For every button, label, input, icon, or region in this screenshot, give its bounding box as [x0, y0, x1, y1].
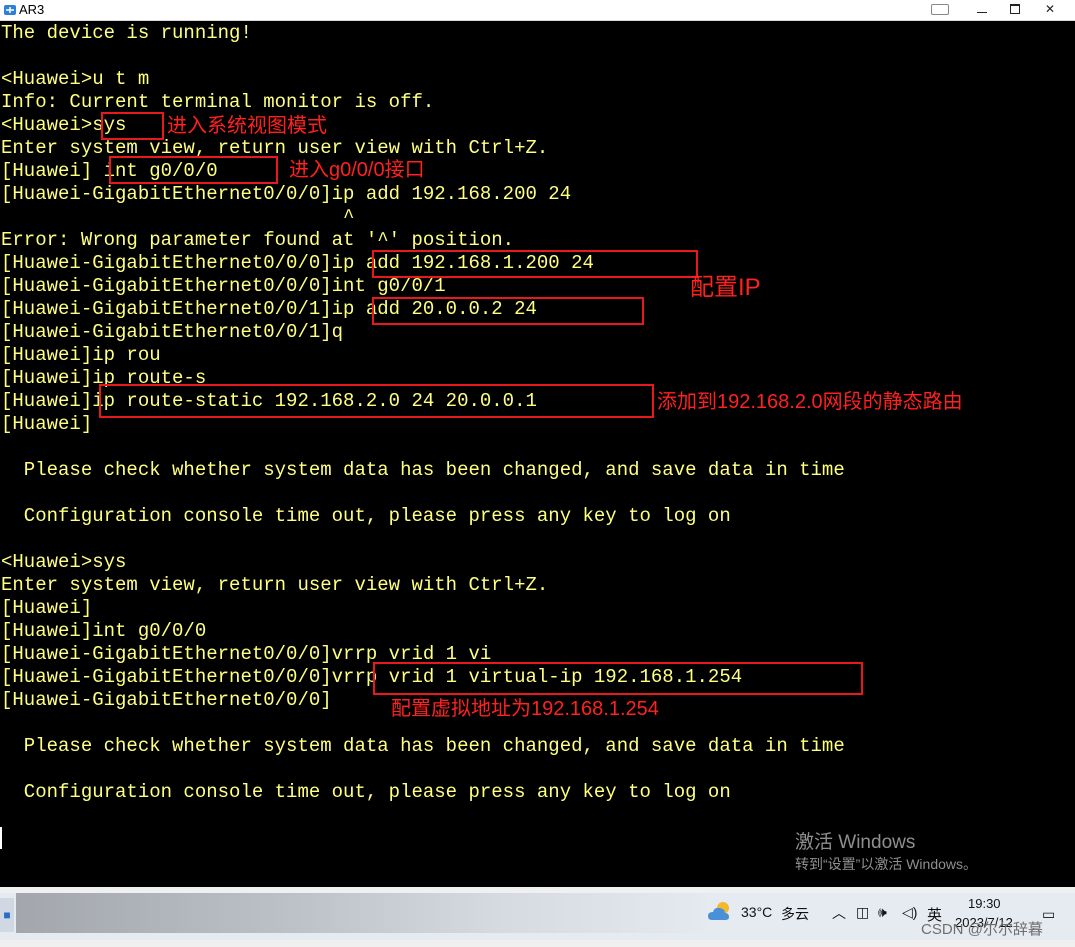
notification-icon[interactable]: ▭ [1042, 906, 1055, 923]
terminal-line: Configuration console time out, please p… [1, 505, 731, 527]
weather-cloud-icon [708, 902, 729, 920]
terminal-line: Please check whether system data has bee… [1, 459, 845, 481]
terminal-line: The device is running! [1, 22, 252, 44]
restore-layout-button[interactable] [925, 0, 955, 18]
terminal-line: [Huawei]int g0/0/0 [1, 620, 207, 642]
annotation-sys-mode: 进入系统视图模式 [167, 115, 327, 137]
maximize-icon [1010, 4, 1020, 14]
minimize-icon [977, 11, 987, 13]
terminal-line: <Huawei>u t m [1, 68, 150, 90]
highlight-box-ip-add-1 [372, 250, 698, 278]
speaker-icon[interactable]: ◁) [902, 904, 917, 921]
chevron-up-icon[interactable]: ︿ [832, 903, 846, 923]
terminal-line: [Huawei-GigabitEthernet0/0/1]q [1, 321, 344, 343]
window-title: AR3 [19, 2, 45, 17]
weather-temperature[interactable]: 33°C [741, 904, 772, 920]
terminal-line: Error: Wrong parameter found at '^' posi… [1, 229, 515, 251]
terminal-line: ^ [1, 206, 355, 228]
weather-description[interactable]: 多云 [781, 904, 809, 924]
router-app-icon [4, 5, 16, 15]
terminal-line: [Huawei] [1, 597, 93, 619]
annotation-static-route: 添加到192.168.2.0网段的静态路由 [657, 391, 963, 413]
close-icon: ✕ [1044, 2, 1056, 16]
bottom-strip [0, 940, 1075, 947]
csdn-watermark: CSDN @尔尔辞暮 [921, 921, 1043, 938]
activation-watermark-subtitle: 转到“设置”以激活 Windows。 [795, 856, 978, 872]
window-layout-icon [931, 3, 949, 15]
text-cursor [0, 827, 2, 849]
maximize-button[interactable] [998, 0, 1032, 18]
terminal-line: Configuration console time out, please p… [1, 781, 731, 803]
terminal-line: Info: Current terminal monitor is off. [1, 91, 435, 113]
highlight-box-static-route [99, 384, 654, 418]
terminal-line: Enter system view, return user view with… [1, 574, 549, 596]
terminal-line: <Huawei>sys [1, 551, 127, 573]
windows-logo-icon: ■ [3, 908, 11, 922]
close-button[interactable]: ✕ [1031, 0, 1069, 18]
annotation-enter-interface: 进入g0/0/0接口 [289, 159, 425, 181]
terminal-line: [Huawei-GigabitEthernet0/0/0] [1, 689, 332, 711]
minimize-button[interactable] [965, 0, 999, 18]
annotation-virtual-ip: 配置虚拟地址为192.168.1.254 [391, 698, 659, 720]
annotation-config-ip: 配置IP [690, 274, 761, 301]
activation-watermark-title: 激活 Windows [795, 832, 916, 853]
highlight-box-sys [101, 112, 164, 140]
terminal-console[interactable]: The device is running! <Huawei>u t m Info:… [0, 21, 1075, 887]
terminal-line: [Huawei] [1, 413, 93, 435]
volume-icon[interactable]: 🕪 [878, 904, 887, 921]
highlight-box-vrrp [373, 662, 863, 695]
start-button[interactable]: ■ [0, 898, 14, 932]
terminal-line: [Huawei-GigabitEthernet0/0/0]ip add 192.… [1, 183, 572, 205]
network-icon[interactable]: ◫ [856, 904, 869, 921]
terminal-line: Please check whether system data has bee… [1, 735, 845, 757]
terminal-line: [Huawei]ip rou [1, 344, 161, 366]
highlight-box-int-g000 [109, 156, 278, 184]
highlight-box-ip-add-2 [372, 297, 644, 325]
taskbar-window-thumbnail[interactable] [16, 893, 706, 933]
clock-time[interactable]: 19:30 [968, 896, 1001, 911]
terminal-line: [Huawei-GigabitEthernet0/0/0]int g0/0/1 [1, 275, 446, 297]
window-titlebar: AR3 ✕ [0, 0, 1075, 21]
